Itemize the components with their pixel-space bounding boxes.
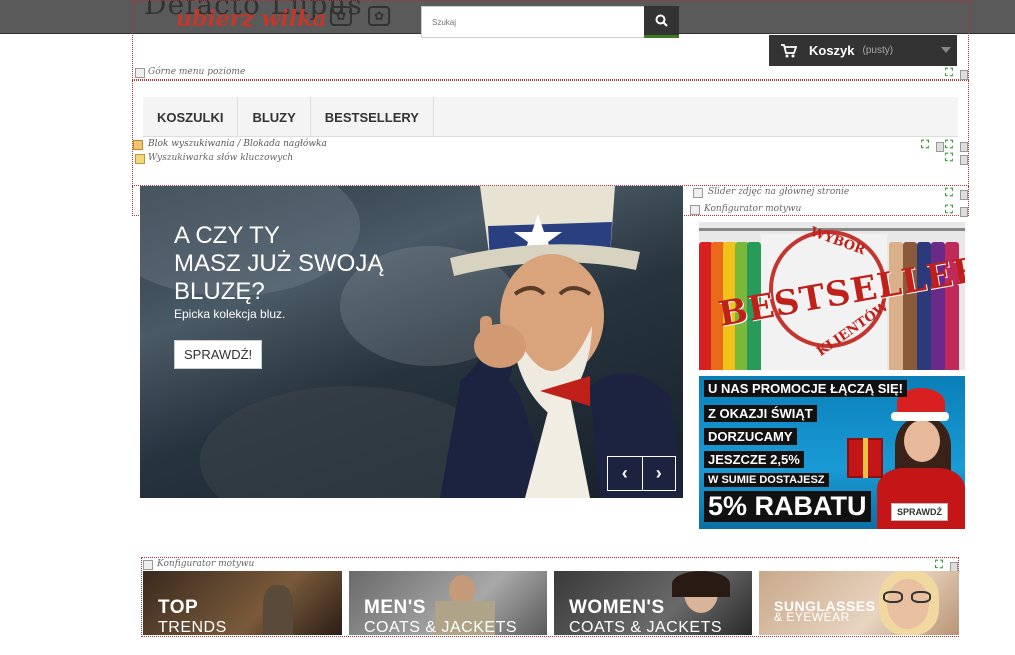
slider-controls: ‹ ›: [607, 456, 676, 491]
home-slider[interactable]: A CZY TY MASZ JUŻ SWOJĄ BLUZĘ? Epicka ko…: [140, 186, 683, 498]
promo-check-button[interactable]: SPRAWDŹ: [891, 503, 948, 521]
promo-discount: 5% RABATU: [704, 491, 871, 522]
category-subtitle: & EYEWEAR: [774, 610, 850, 624]
category-mens-coats[interactable]: MEN'S COATS & JACKETS: [349, 571, 547, 635]
module-icon: [693, 188, 703, 198]
move-icon[interactable]: ⛶: [944, 153, 954, 164]
slider-prev-button[interactable]: ‹: [608, 457, 642, 490]
search-module-icon: [135, 154, 145, 164]
slide-heading: A CZY TY MASZ JUŻ SWOJĄ BLUZĘ?: [174, 222, 384, 305]
move-icon[interactable]: ⛶: [934, 560, 944, 571]
gift-icon: [847, 438, 883, 478]
move-icon[interactable]: ⛶: [944, 140, 954, 151]
move-icon[interactable]: ⛶: [920, 140, 930, 151]
delete-icon[interactable]: [960, 70, 968, 80]
move-icon[interactable]: ⛶: [944, 188, 954, 199]
category-subtitle: COATS & JACKETS: [569, 619, 723, 635]
promo-line: Z OKAZJI ŚWIĄT: [704, 405, 817, 422]
delete-icon[interactable]: [960, 155, 968, 165]
category-title: MEN'S: [364, 597, 426, 618]
promo-line: W SUMIE DOSTAJESZ: [704, 473, 829, 487]
bestseller-banner[interactable]: WYBÓR BESTSELLER KLIENTÓW: [699, 222, 965, 370]
module-icon: [690, 205, 700, 215]
model-face: [904, 420, 940, 462]
category-sunglasses[interactable]: SUNGLASSES & EYEWEAR: [759, 571, 959, 635]
shirt-shape: [889, 242, 903, 370]
module-label-slider: Slider zdjęć na głównej stronie: [708, 187, 850, 197]
category-subtitle: TRENDS: [158, 619, 227, 635]
module-label-theme-config: Konfigurator motywu: [704, 204, 802, 214]
module-label-theme-config: Konfigurator motywu: [157, 559, 255, 569]
model-hair: [672, 571, 730, 597]
slide-cta-button[interactable]: SPRAWDŹ!: [174, 340, 263, 369]
category-top-trends[interactable]: TOP TRENDS: [143, 571, 342, 635]
promo-line: JESZCZE 2,5%: [704, 451, 804, 468]
delete-icon[interactable]: [960, 142, 968, 152]
santa-hat-rim: [891, 412, 949, 421]
module-box-header: [132, 80, 969, 186]
model-face: [887, 579, 929, 629]
category-womens-coats[interactable]: WOMEN'S COATS & JACKETS: [554, 571, 752, 635]
move-icon[interactable]: ⛶: [944, 68, 954, 79]
delete-icon[interactable]: [960, 190, 968, 200]
promo-line: DORZUCAMY: [704, 428, 797, 445]
uncle-sam-image: [440, 186, 683, 498]
module-label-block: Blok wyszukiwania / Blokada nagłówka: [148, 139, 327, 149]
promo-line: U NAS PROMOCJE ŁĄCZĄ SIĘ!: [704, 380, 908, 397]
slide-subheading: Epicka kolekcja bluz.: [174, 307, 286, 321]
category-title: WOMEN'S: [569, 597, 665, 618]
delete-icon[interactable]: [960, 207, 968, 217]
home-icon: [133, 140, 143, 150]
category-subtitle: COATS & JACKETS: [364, 619, 518, 635]
module-label-top-menu: Górne menu poziome: [148, 67, 246, 77]
slider-next-button[interactable]: ›: [641, 457, 676, 490]
module-label-keyword-search: Wyszukiwarka słów kluczowych: [148, 153, 294, 163]
module-icon: [135, 68, 145, 78]
promo-banner[interactable]: U NAS PROMOCJE ŁĄCZĄ SIĘ! Z OKAZJI ŚWIĄT…: [699, 376, 965, 529]
category-title: TOP: [158, 597, 199, 618]
delete-icon[interactable]: [936, 142, 944, 152]
move-icon[interactable]: ⛶: [944, 205, 954, 216]
module-icon: [143, 560, 153, 570]
model-silhouette: [263, 585, 293, 635]
sunglasses-icon: [883, 591, 933, 603]
module-box-top-menu: [132, 0, 969, 80]
